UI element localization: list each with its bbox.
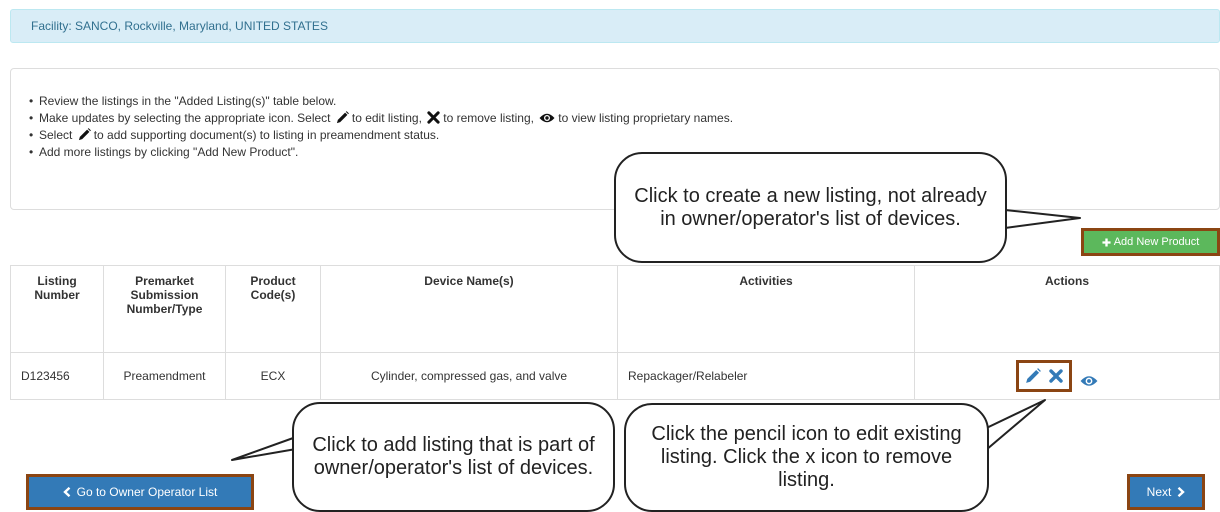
callout-add-new-text: Click to create a new listing, not alrea… [634,184,987,230]
callout-pencil: Click the pencil icon to edit existing l… [624,403,989,512]
callout-add-new: Click to create a new listing, not alrea… [614,152,1007,263]
callout-owner-list: Click to add listing that is part of own… [292,402,615,512]
callout-owner-list-text: Click to add listing that is part of own… [312,434,595,479]
callout-pencil-text: Click the pencil icon to edit existing l… [651,423,962,491]
owner-list-pointer [231,436,297,461]
add-new-pointer [1004,209,1081,229]
